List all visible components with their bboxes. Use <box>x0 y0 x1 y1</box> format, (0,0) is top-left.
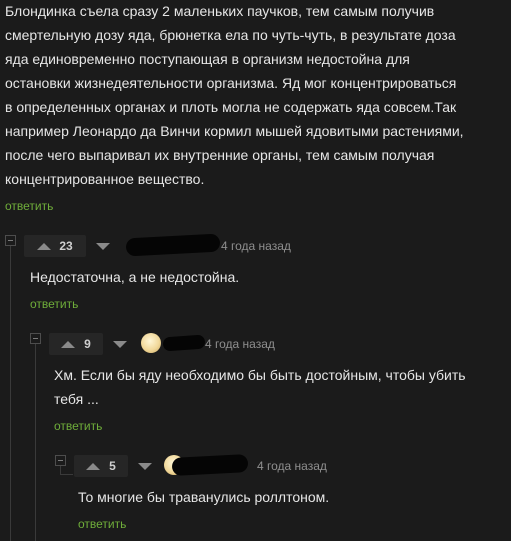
thread-line <box>10 246 11 541</box>
collapse-icon[interactable] <box>5 235 16 246</box>
rating: 5 <box>109 459 116 473</box>
reply-link[interactable]: ответить <box>54 418 102 434</box>
comment-text: Блондинка съела сразу 2 маленьких паучко… <box>5 3 464 187</box>
downvote-icon[interactable] <box>96 242 110 250</box>
comments-thread: Блондинка съела сразу 2 маленьких паучко… <box>0 0 511 541</box>
vote-box: 9 <box>49 333 103 355</box>
comment-text: Хм. Если бы яду необходимо бы быть досто… <box>54 367 466 407</box>
downvote-icon[interactable] <box>138 462 152 470</box>
vote-widget: 9 <box>49 333 127 355</box>
downvote-icon[interactable] <box>113 340 127 348</box>
upvote-icon[interactable] <box>61 340 76 348</box>
redacted-username <box>162 334 206 352</box>
avatar[interactable] <box>141 333 161 353</box>
thread-line <box>60 466 73 475</box>
comment-text: Недостаточна, а не недостойна. <box>30 269 240 285</box>
rating: 9 <box>84 337 91 351</box>
redacted-username <box>171 454 249 476</box>
vote-box: 5 <box>74 455 128 477</box>
vote-box: 23 <box>24 235 86 257</box>
collapse-icon[interactable] <box>55 455 66 466</box>
timestamp: 4 года назад <box>257 459 327 473</box>
reply-link[interactable]: ответить <box>78 516 126 532</box>
redacted-username <box>125 233 221 257</box>
timestamp: 4 года назад <box>205 337 275 351</box>
upvote-icon[interactable] <box>37 242 52 250</box>
thread-line <box>35 344 36 541</box>
reply-link[interactable]: ответить <box>30 296 78 312</box>
vote-widget: 5 <box>74 455 152 477</box>
comment-text: То многие бы траванулись роллтоном. <box>78 489 330 505</box>
upvote-icon[interactable] <box>86 462 101 470</box>
vote-widget: 23 <box>24 235 110 257</box>
reply-link[interactable]: ответить <box>5 198 53 214</box>
rating: 23 <box>59 239 73 253</box>
collapse-icon[interactable] <box>30 333 41 344</box>
timestamp: 4 года назад <box>221 239 291 253</box>
